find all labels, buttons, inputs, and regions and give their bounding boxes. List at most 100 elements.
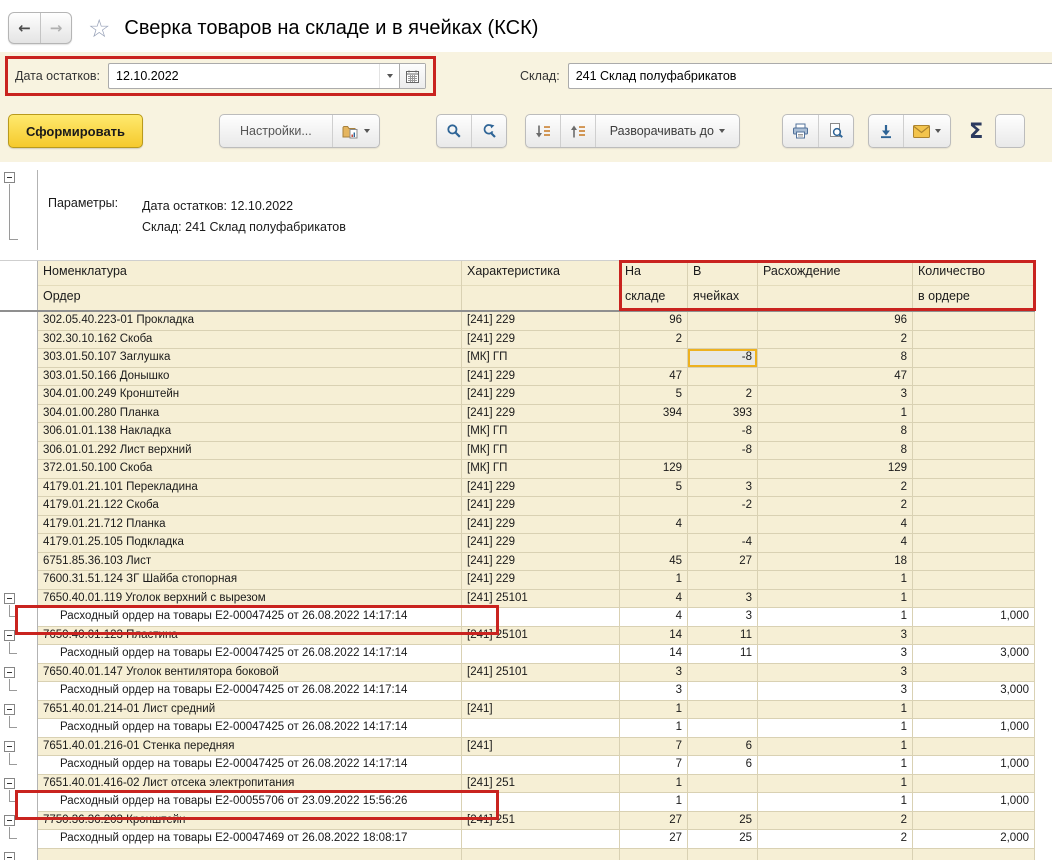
cell-discrepancy[interactable]: 8 — [758, 349, 913, 368]
cell-order-qty[interactable] — [913, 368, 1035, 387]
cell-characteristic[interactable]: [МК] ГП — [462, 460, 620, 479]
table-row[interactable]: 6751.85.36.103 Лист [241] 229 45 27 18 — [0, 553, 1035, 572]
cell-order-qty[interactable]: 1,000 — [913, 608, 1035, 627]
cell-nomenclature[interactable]: Расходный ордер на товары Е2-00047425 от… — [38, 608, 462, 627]
cell-order-qty[interactable] — [913, 701, 1035, 720]
cell-discrepancy[interactable]: 3 — [758, 627, 913, 646]
table-row[interactable]: Расходный ордер на товары Е2-00047425 от… — [0, 645, 1035, 664]
cell-characteristic[interactable]: [241] 229 — [462, 571, 620, 590]
cell-discrepancy[interactable]: 3 — [758, 386, 913, 405]
cell-discrepancy[interactable]: 3 — [758, 645, 913, 664]
cell-discrepancy[interactable]: 1 — [758, 775, 913, 794]
cell-nomenclature[interactable]: 303.01.50.166 Донышко — [38, 368, 462, 387]
cell-discrepancy[interactable]: 1 — [758, 756, 913, 775]
cell-cells[interactable]: -8 — [688, 423, 758, 442]
cell-characteristic[interactable] — [462, 608, 620, 627]
cell-cells[interactable]: 27 — [688, 553, 758, 572]
sum-button[interactable]: Σ — [963, 119, 989, 143]
settings-button[interactable]: Настройки... — [220, 115, 333, 147]
cell-cells[interactable] — [688, 682, 758, 701]
cell-discrepancy[interactable]: 2 — [758, 479, 913, 498]
cell-stock[interactable]: 3 — [620, 682, 688, 701]
table-row[interactable]: 7651.40.01.214-01 Лист средний [241] 1 1 — [0, 701, 1035, 720]
cell-characteristic[interactable] — [462, 793, 620, 812]
cell-characteristic[interactable]: [241] 25101 — [462, 590, 620, 609]
cell-characteristic[interactable]: [МК] ГП — [462, 349, 620, 368]
cell-nomenclature[interactable]: 302.30.10.162 Скоба — [38, 331, 462, 350]
collapse-all-button[interactable] — [526, 115, 561, 147]
cell-cells[interactable]: 11 — [688, 627, 758, 646]
cell-order-qty[interactable] — [913, 312, 1035, 331]
cell-nomenclature[interactable]: Расходный ордер на товары Е2-00047425 от… — [38, 719, 462, 738]
cell-characteristic[interactable]: [241] 229 — [462, 331, 620, 350]
cell-cells[interactable] — [688, 849, 758, 860]
table-row[interactable]: Расходный ордер на товары Е2-00047425 от… — [0, 719, 1035, 738]
cell-order-qty[interactable] — [913, 386, 1035, 405]
table-row[interactable]: 7650.40.01.119 Уголок верхний с вырезом … — [0, 590, 1035, 609]
cell-nomenclature[interactable]: 306.01.01.138 Накладка — [38, 423, 462, 442]
toolbar-overflow-button[interactable] — [995, 114, 1025, 148]
report-variants-button[interactable] — [333, 115, 379, 147]
cell-order-qty[interactable] — [913, 516, 1035, 535]
cell-nomenclature[interactable]: Расходный ордер на товары Е2-00047425 от… — [38, 682, 462, 701]
cell-cells[interactable] — [688, 793, 758, 812]
cell-cells[interactable]: -4 — [688, 534, 758, 553]
cell-discrepancy[interactable]: 1 — [758, 405, 913, 424]
cell-order-qty[interactable] — [913, 423, 1035, 442]
cell-cells[interactable] — [688, 571, 758, 590]
cell-discrepancy[interactable]: 1 — [758, 590, 913, 609]
date-input[interactable] — [109, 64, 379, 88]
cell-cells[interactable]: 3 — [688, 479, 758, 498]
cell-nomenclature[interactable]: 7650.40.01.147 Уголок вентилятора боково… — [38, 664, 462, 683]
cell-stock[interactable]: 7 — [620, 738, 688, 757]
header-characteristic[interactable]: Характеристика — [462, 261, 620, 310]
cell-stock[interactable]: 1 — [620, 775, 688, 794]
cell-cells[interactable] — [688, 719, 758, 738]
cell-discrepancy[interactable]: 4 — [758, 516, 913, 535]
generate-button[interactable]: Сформировать — [8, 114, 143, 148]
cell-cells[interactable]: -2 — [688, 497, 758, 516]
cell-discrepancy[interactable]: 96 — [758, 312, 913, 331]
cell-cells[interactable]: 3 — [688, 590, 758, 609]
cell-order-qty[interactable] — [913, 479, 1035, 498]
cell-characteristic[interactable]: [241] 229 — [462, 312, 620, 331]
cell-stock[interactable]: 4 — [620, 516, 688, 535]
cell-stock[interactable]: 14 — [620, 627, 688, 646]
table-row[interactable]: Расходный ордер на товары Е2-00047425 от… — [0, 682, 1035, 701]
cell-nomenclature[interactable]: 303.01.50.107 Заглушка — [38, 349, 462, 368]
cell-cells[interactable] — [688, 331, 758, 350]
cell-characteristic[interactable]: [241] 251 — [462, 775, 620, 794]
cell-cells[interactable] — [688, 312, 758, 331]
cell-nomenclature[interactable]: 4179.01.25.105 Подкладка — [38, 534, 462, 553]
table-row[interactable]: Расходный ордер на товары Е2-00047425 от… — [0, 608, 1035, 627]
cell-characteristic[interactable]: [241] 229 — [462, 479, 620, 498]
cell-nomenclature[interactable]: 7651.40.01.416-02 Лист отсека электропит… — [38, 775, 462, 794]
collapse-group-toggle[interactable] — [4, 704, 15, 715]
search-next-button[interactable] — [472, 115, 506, 147]
cell-discrepancy[interactable]: 47 — [758, 368, 913, 387]
cell-stock[interactable]: 2 — [620, 331, 688, 350]
favorite-star-icon[interactable]: ☆ — [88, 16, 110, 41]
cell-cells[interactable] — [688, 368, 758, 387]
cell-nomenclature[interactable]: Расходный ордер на товары Е2-00047425 от… — [38, 645, 462, 664]
collapse-group-toggle[interactable] — [4, 630, 15, 641]
table-row[interactable] — [0, 849, 1035, 860]
cell-nomenclature[interactable]: 4179.01.21.712 Планка — [38, 516, 462, 535]
cell-stock[interactable]: 1 — [620, 701, 688, 720]
cell-characteristic[interactable] — [462, 830, 620, 849]
cell-discrepancy[interactable]: 1 — [758, 701, 913, 720]
cell-stock[interactable]: 5 — [620, 479, 688, 498]
cell-characteristic[interactable] — [462, 645, 620, 664]
cell-stock[interactable] — [620, 849, 688, 860]
collapse-group-toggle[interactable] — [4, 815, 15, 826]
cell-stock[interactable]: 5 — [620, 386, 688, 405]
expand-to-button[interactable]: Разворачивать до — [596, 115, 739, 147]
cell-characteristic[interactable]: [241] 229 — [462, 534, 620, 553]
table-row[interactable]: 302.30.10.162 Скоба [241] 229 2 2 — [0, 331, 1035, 350]
print-preview-button[interactable] — [819, 115, 853, 147]
cell-stock[interactable] — [620, 534, 688, 553]
cell-order-qty[interactable] — [913, 812, 1035, 831]
cell-characteristic[interactable]: [241] 251 — [462, 812, 620, 831]
search-button[interactable] — [437, 115, 472, 147]
cell-order-qty[interactable] — [913, 331, 1035, 350]
